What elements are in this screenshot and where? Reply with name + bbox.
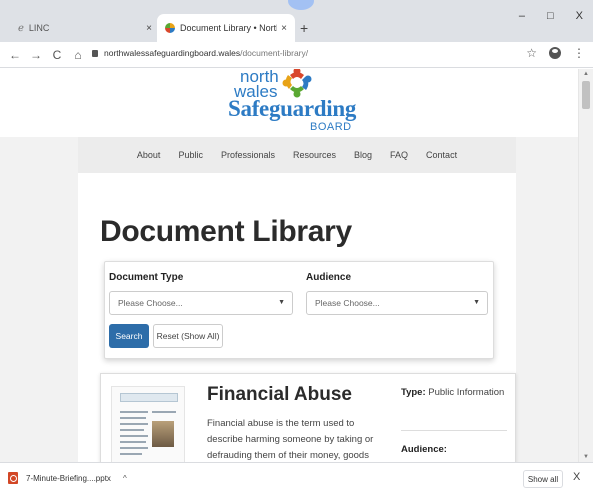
thumbnail-line xyxy=(152,411,176,413)
close-tab-icon[interactable]: × xyxy=(281,23,287,34)
document-title[interactable]: Financial Abuse xyxy=(207,384,352,406)
download-filename: 7-Minute-Briefing....pptx xyxy=(26,473,111,483)
meta-divider xyxy=(401,430,507,431)
document-type-meta: Type: Public Information xyxy=(401,386,507,399)
chevron-down-icon: ▼ xyxy=(473,299,480,306)
document-type-label: Document Type xyxy=(109,272,184,283)
download-bar: 7-Minute-Briefing....pptx ^ Show all X xyxy=(0,462,593,494)
scroll-up-icon[interactable]: ▲ xyxy=(583,71,589,77)
thumbnail-photo xyxy=(152,421,174,447)
document-card[interactable]: Financial Abuse Financial abuse is the t… xyxy=(100,373,516,462)
nav-item-contact[interactable]: Contact xyxy=(417,150,466,160)
thumbnail-line xyxy=(120,447,148,449)
thumbnail-line xyxy=(120,423,148,425)
lock-icon xyxy=(92,49,98,57)
page-scrollbar[interactable]: ▲ ▼ xyxy=(578,69,593,462)
reload-button[interactable]: C xyxy=(51,48,63,62)
page-viewport: north wales Safeguarding BOARD About Pub… xyxy=(0,69,578,462)
address-bar: ← → C ⌂ northwalessafeguardingboard.wale… xyxy=(0,42,593,68)
powerpoint-file-icon xyxy=(8,472,18,484)
back-button[interactable]: ← xyxy=(9,48,21,62)
document-thumbnail[interactable] xyxy=(111,386,185,462)
audience-select[interactable]: Please Choose... ▼ xyxy=(306,291,488,315)
thumbnail-line xyxy=(120,429,144,431)
thumbnail-line xyxy=(120,453,142,455)
type-value: Public Information xyxy=(428,387,505,398)
window-close-button[interactable]: X xyxy=(576,10,583,22)
nav-item-blog[interactable]: Blog xyxy=(345,150,381,160)
document-type-value: Please Choose... xyxy=(118,298,183,308)
reset-button[interactable]: Reset (Show All) xyxy=(153,324,223,348)
forward-button[interactable]: → xyxy=(30,48,42,62)
url-field[interactable]: northwalessafeguardingboard.wales/docume… xyxy=(92,48,308,58)
nav-item-public[interactable]: Public xyxy=(169,150,212,160)
scroll-down-icon[interactable]: ▼ xyxy=(583,454,589,460)
thumbnail-line xyxy=(120,417,146,419)
browser-tab-bar: ℯ LINC × Document Library • North Wales … xyxy=(0,0,593,42)
close-tab-icon[interactable]: × xyxy=(146,23,152,34)
nav-item-about[interactable]: About xyxy=(128,150,170,160)
tab-title: LINC xyxy=(28,23,50,33)
url-path: /document-library/ xyxy=(240,48,309,58)
extension-bubble xyxy=(288,0,314,10)
window-controls: – □ X xyxy=(519,10,583,22)
site-logo[interactable]: north wales Safeguarding BOARD xyxy=(228,69,378,137)
ie-icon: ℯ xyxy=(18,22,24,34)
document-description: Financial abuse is the term used to desc… xyxy=(207,418,374,461)
thumbnail-header xyxy=(120,393,178,402)
type-label: Type: xyxy=(401,387,426,398)
logo-board: BOARD xyxy=(310,121,352,133)
bookmark-star-icon[interactable]: ☆ xyxy=(526,46,537,60)
audience-value: Please Choose... xyxy=(315,298,380,308)
page-title: Document Library xyxy=(100,215,352,248)
audience-meta-label: Audience: xyxy=(401,444,447,455)
profile-icon[interactable] xyxy=(549,47,561,59)
site-favicon-icon xyxy=(165,23,175,33)
document-type-select[interactable]: Please Choose... ▼ xyxy=(109,291,293,315)
search-button[interactable]: Search xyxy=(109,324,149,348)
chevron-up-icon[interactable]: ^ xyxy=(123,474,127,483)
thumbnail-line xyxy=(120,441,146,443)
site-header: north wales Safeguarding BOARD xyxy=(0,69,578,137)
chevron-down-icon: ▼ xyxy=(278,299,285,306)
url-host: northwalessafeguardingboard.wales xyxy=(104,48,241,58)
maximize-button[interactable]: □ xyxy=(547,10,554,22)
tab-document-library[interactable]: Document Library • North Wales × xyxy=(157,14,295,42)
thumbnail-line xyxy=(120,435,148,437)
nav-item-resources[interactable]: Resources xyxy=(284,150,345,160)
logo-people-emblem-icon xyxy=(282,69,312,98)
show-all-button[interactable]: Show all xyxy=(523,470,563,488)
new-tab-button[interactable]: + xyxy=(300,20,308,36)
minimize-button[interactable]: – xyxy=(519,10,525,22)
scroll-thumb[interactable] xyxy=(582,81,590,109)
close-download-bar-icon[interactable]: X xyxy=(573,471,580,483)
thumbnail-line xyxy=(120,411,148,413)
nav-item-faq[interactable]: FAQ xyxy=(381,150,417,160)
audience-label: Audience xyxy=(306,272,352,283)
nav-item-professionals[interactable]: Professionals xyxy=(212,150,284,160)
tab-title: Document Library • North Wales xyxy=(180,23,277,33)
browser-menu-icon[interactable]: ⋮ xyxy=(573,46,585,60)
filter-panel: Document Type Please Choose... ▼ Audienc… xyxy=(104,261,494,359)
tab-linc[interactable]: ℯ LINC × xyxy=(10,14,160,42)
download-item[interactable]: 7-Minute-Briefing....pptx ^ xyxy=(8,472,127,484)
main-nav: About Public Professionals Resources Blo… xyxy=(78,137,516,173)
home-button[interactable]: ⌂ xyxy=(72,48,84,62)
logo-safeguarding: Safeguarding xyxy=(228,96,357,121)
